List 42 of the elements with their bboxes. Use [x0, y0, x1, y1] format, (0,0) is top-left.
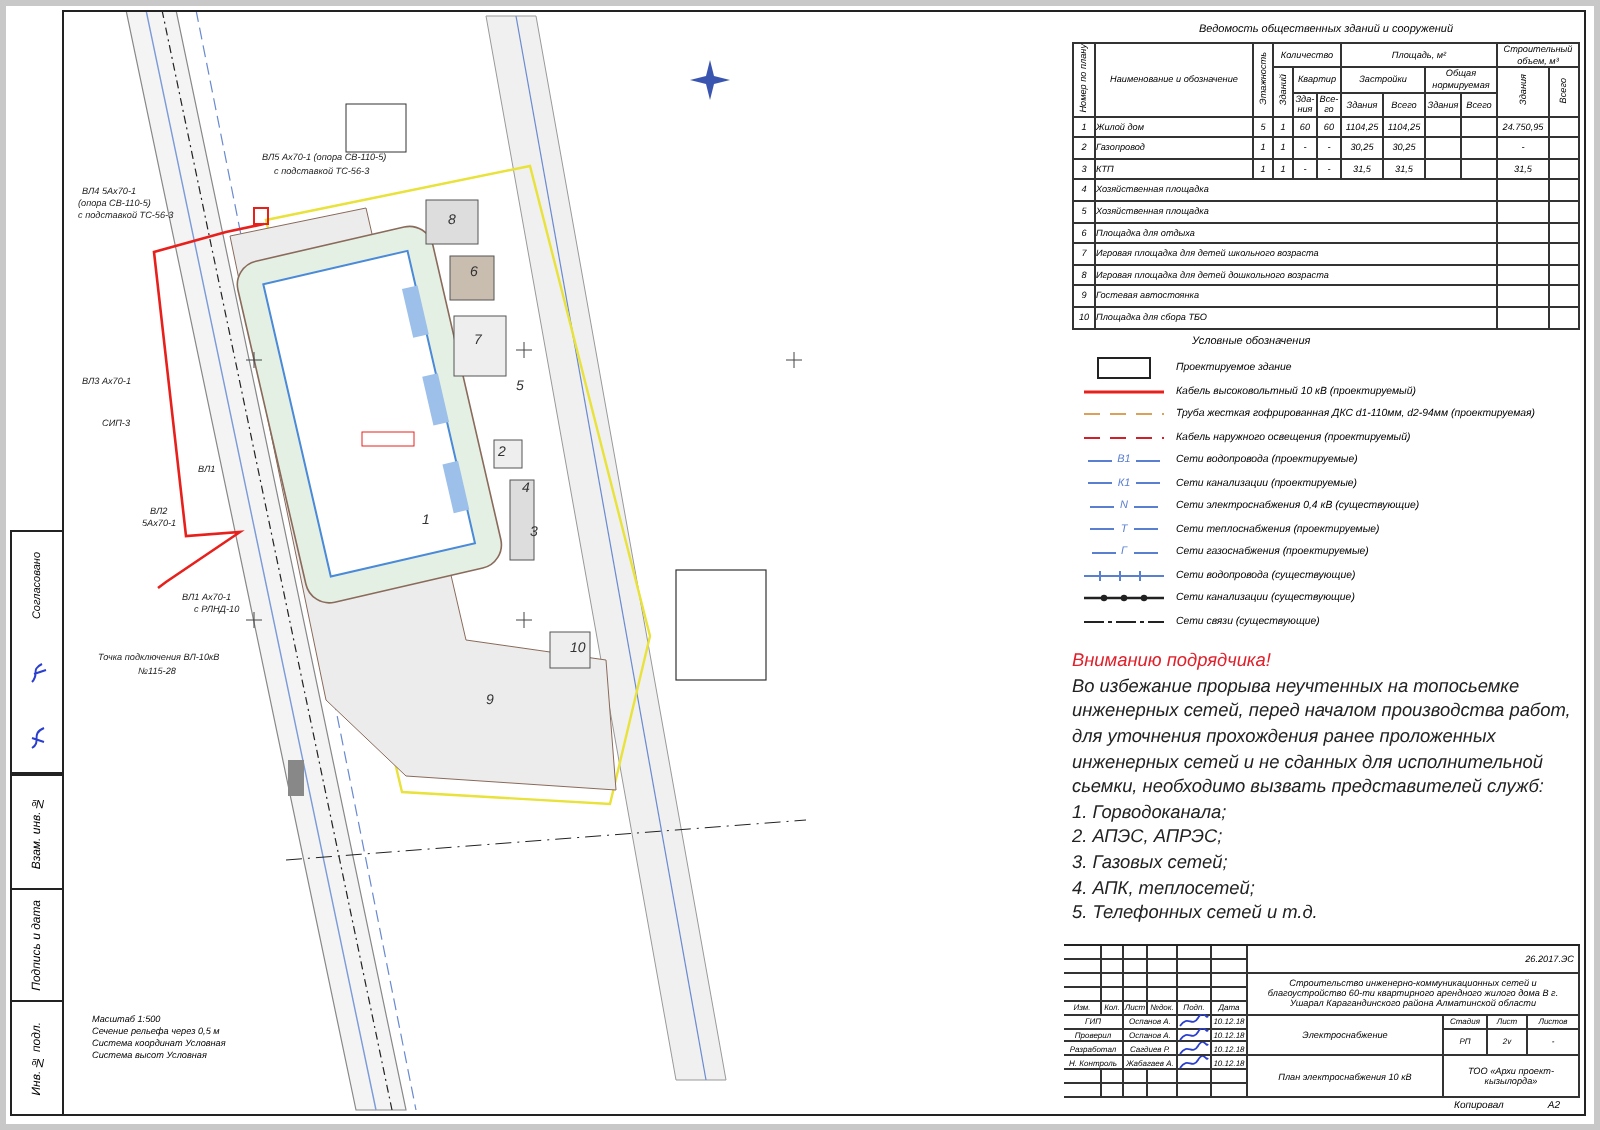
table-cell [1549, 201, 1579, 223]
table-cell [1549, 137, 1579, 159]
table-cell [1497, 243, 1549, 265]
table-cell [1461, 158, 1497, 180]
line-segment-icon [1090, 503, 1114, 510]
signature-icon [27, 657, 47, 686]
table-cell [1549, 243, 1579, 265]
line-segment-icon [1091, 549, 1115, 556]
line-segment-icon [1087, 480, 1112, 487]
table-cell [1497, 179, 1549, 202]
table-cell [1461, 116, 1497, 138]
table-cell [1549, 158, 1579, 180]
line-segment-icon [1133, 526, 1158, 533]
table-cell [1549, 116, 1579, 138]
table-cell [1497, 285, 1549, 307]
service-item: 2. АПЭС, АПРЭС; [1072, 824, 1225, 851]
service-item: 4. АПК, теплосетей; [1072, 875, 1257, 901]
table-cell [1497, 264, 1549, 286]
signature-icon [27, 724, 47, 753]
service-item: 3. Газовых сетей; [1072, 850, 1230, 876]
service-item: 5. Телефонных сетей и т.д. [1072, 900, 1320, 926]
line-segment-icon [1087, 457, 1112, 464]
line-segment-icon [1133, 549, 1157, 556]
table-cell [1549, 306, 1579, 329]
service-item: 1. Горводоканала; [1072, 799, 1229, 825]
table-cell [1425, 116, 1461, 138]
table-cell [1425, 137, 1461, 159]
line-segment-icon [1090, 526, 1115, 533]
table-cell [1549, 264, 1579, 286]
table-cell [1549, 179, 1579, 202]
table-cell [1497, 201, 1549, 223]
notice-text: Во избежание прорыва неучтенных на топосьемке инженерных сетей, перед началом производства работ, для уточнения прохождения ранее проложенных инженерных сетей и не сданных для исполнительной сьемки, необходимо вызвать представителей служб: [1072, 673, 1573, 800]
notice-heading: Вниманию подрядчика! [1072, 648, 1273, 674]
table-cell [1549, 285, 1579, 307]
table-cell [1549, 222, 1579, 244]
table-cell [1497, 306, 1549, 329]
table-cell [1461, 137, 1497, 159]
table-cell [1425, 158, 1461, 180]
line-segment-icon [1136, 480, 1161, 487]
line-segment-icon [1136, 457, 1161, 464]
table-cell [1497, 222, 1549, 244]
line-segment-icon [1133, 503, 1158, 510]
